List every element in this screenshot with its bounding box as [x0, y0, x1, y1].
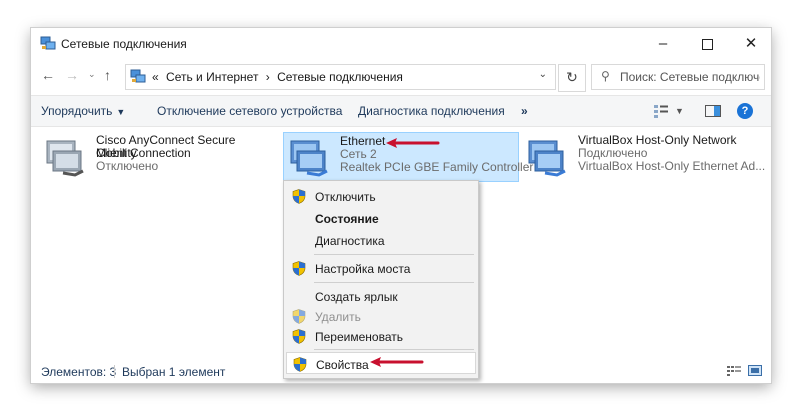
back-button[interactable]: ← [41, 67, 55, 83]
view-dropdown-icon[interactable]: ▼ [675, 106, 684, 116]
menu-item-bridge[interactable]: Настройка моста [286, 257, 476, 279]
breadcrumb-separator[interactable]: › [266, 70, 270, 84]
maximize-button[interactable] [685, 28, 729, 59]
up-button[interactable]: ↑ [104, 67, 111, 83]
connection-device: Realtek PCIe GBE Family Controller [340, 160, 534, 174]
menu-item-diagnose[interactable]: Диагностика [286, 229, 476, 251]
menu-separator [314, 349, 474, 350]
virtualbox-adapter-icon [528, 140, 566, 177]
connection-cisco-anyconnect[interactable]: Cisco AnyConnect Secure Mobility Client … [39, 132, 279, 182]
search-box[interactable]: ⚲ [591, 64, 765, 90]
menu-item-label: Диагностика [315, 234, 385, 248]
uac-shield-icon [292, 189, 306, 204]
search-input[interactable] [620, 68, 760, 85]
window-title: Сетевые подключения [61, 37, 187, 51]
help-button[interactable]: ? [737, 103, 753, 119]
connection-device: VirtualBox Host-Only Ethernet Ad... [578, 159, 766, 173]
menu-item-status[interactable]: Состояние [286, 207, 476, 229]
organize-menu[interactable]: Упорядочить ▼ [41, 104, 125, 118]
status-bar: Элементов: 3 Выбран 1 элемент [31, 358, 771, 383]
menu-item-disconnect[interactable]: Отключить [286, 185, 476, 207]
uac-shield-icon [292, 261, 306, 276]
preview-pane-icon[interactable] [705, 105, 721, 117]
search-icon: ⚲ [601, 69, 610, 83]
menu-item-create-shortcut[interactable]: Создать ярлык [286, 285, 476, 307]
view-toggles [727, 365, 763, 379]
forward-button[interactable]: → [65, 67, 79, 83]
menu-item-label: Состояние [315, 212, 379, 226]
command-bar: Упорядочить ▼ Отключение сетевого устройс… [31, 95, 771, 127]
diagnose-connection-button[interactable]: Диагностика подключения [358, 104, 505, 118]
organize-label: Упорядочить [41, 104, 113, 118]
context-menu: Отключить Состояние Диагностика Настройк… [283, 180, 479, 379]
item-count: Элементов: 3 [41, 365, 117, 379]
network-folder-icon [130, 69, 146, 83]
menu-item-label: Настройка моста [315, 262, 411, 276]
breadcrumb-overflow[interactable]: « [152, 70, 159, 84]
menu-item-label: Переименовать [315, 330, 403, 344]
connection-virtualbox[interactable]: VirtualBox Host-Only Network Подключено … [521, 132, 765, 182]
menu-item-delete[interactable]: Удалить [286, 305, 476, 327]
uac-shield-icon [292, 309, 306, 324]
breadcrumb-network-connections[interactable]: Сетевые подключения [277, 70, 403, 84]
details-view-icon[interactable] [727, 365, 741, 376]
minimize-button[interactable]: – [641, 28, 685, 59]
network-adapter-icon [46, 140, 84, 177]
selection-count: Выбран 1 элемент [122, 365, 226, 379]
disconnect-device-button[interactable]: Отключение сетевого устройства [157, 104, 342, 118]
close-button[interactable]: ✕ [729, 28, 771, 59]
menu-item-label: Создать ярлык [315, 290, 398, 304]
network-connections-icon [40, 36, 56, 50]
uac-shield-icon [292, 329, 306, 344]
large-icons-view-icon[interactable] [748, 365, 763, 376]
maximize-icon [701, 38, 713, 50]
menu-item-label: Отключить [315, 190, 376, 204]
change-view-icon[interactable] [653, 104, 669, 118]
annotation-arrow-icon [386, 138, 440, 148]
network-connections-window: Сетевые подключения – ✕ ← → ⌄ ↑ « Сеть и… [31, 28, 771, 383]
recent-locations-button[interactable]: ⌄ [88, 69, 96, 80]
chevron-down-icon: ▼ [116, 107, 126, 117]
address-bar[interactable]: « Сеть и Интернет › Сетевые подключения … [125, 64, 556, 90]
address-dropdown-button[interactable]: ⌄ [539, 69, 547, 80]
menu-item-rename[interactable]: Переименовать [286, 325, 476, 347]
menu-separator [314, 282, 474, 283]
refresh-button[interactable]: ↻ [558, 64, 586, 92]
menu-separator [314, 254, 474, 255]
breadcrumb-network-internet[interactable]: Сеть и Интернет [166, 70, 258, 84]
status-divider [114, 365, 115, 378]
menu-item-label: Удалить [315, 310, 361, 324]
more-commands-button[interactable]: » [521, 104, 528, 118]
title-bar: Сетевые подключения – ✕ [31, 28, 771, 59]
connection-status: Отключено [96, 159, 159, 173]
ethernet-adapter-icon [290, 140, 328, 177]
address-row: ← → ⌄ ↑ « Сеть и Интернет › Сетевые подк… [31, 61, 771, 92]
breadcrumb: « Сеть и Интернет › Сетевые подключения [152, 70, 407, 84]
